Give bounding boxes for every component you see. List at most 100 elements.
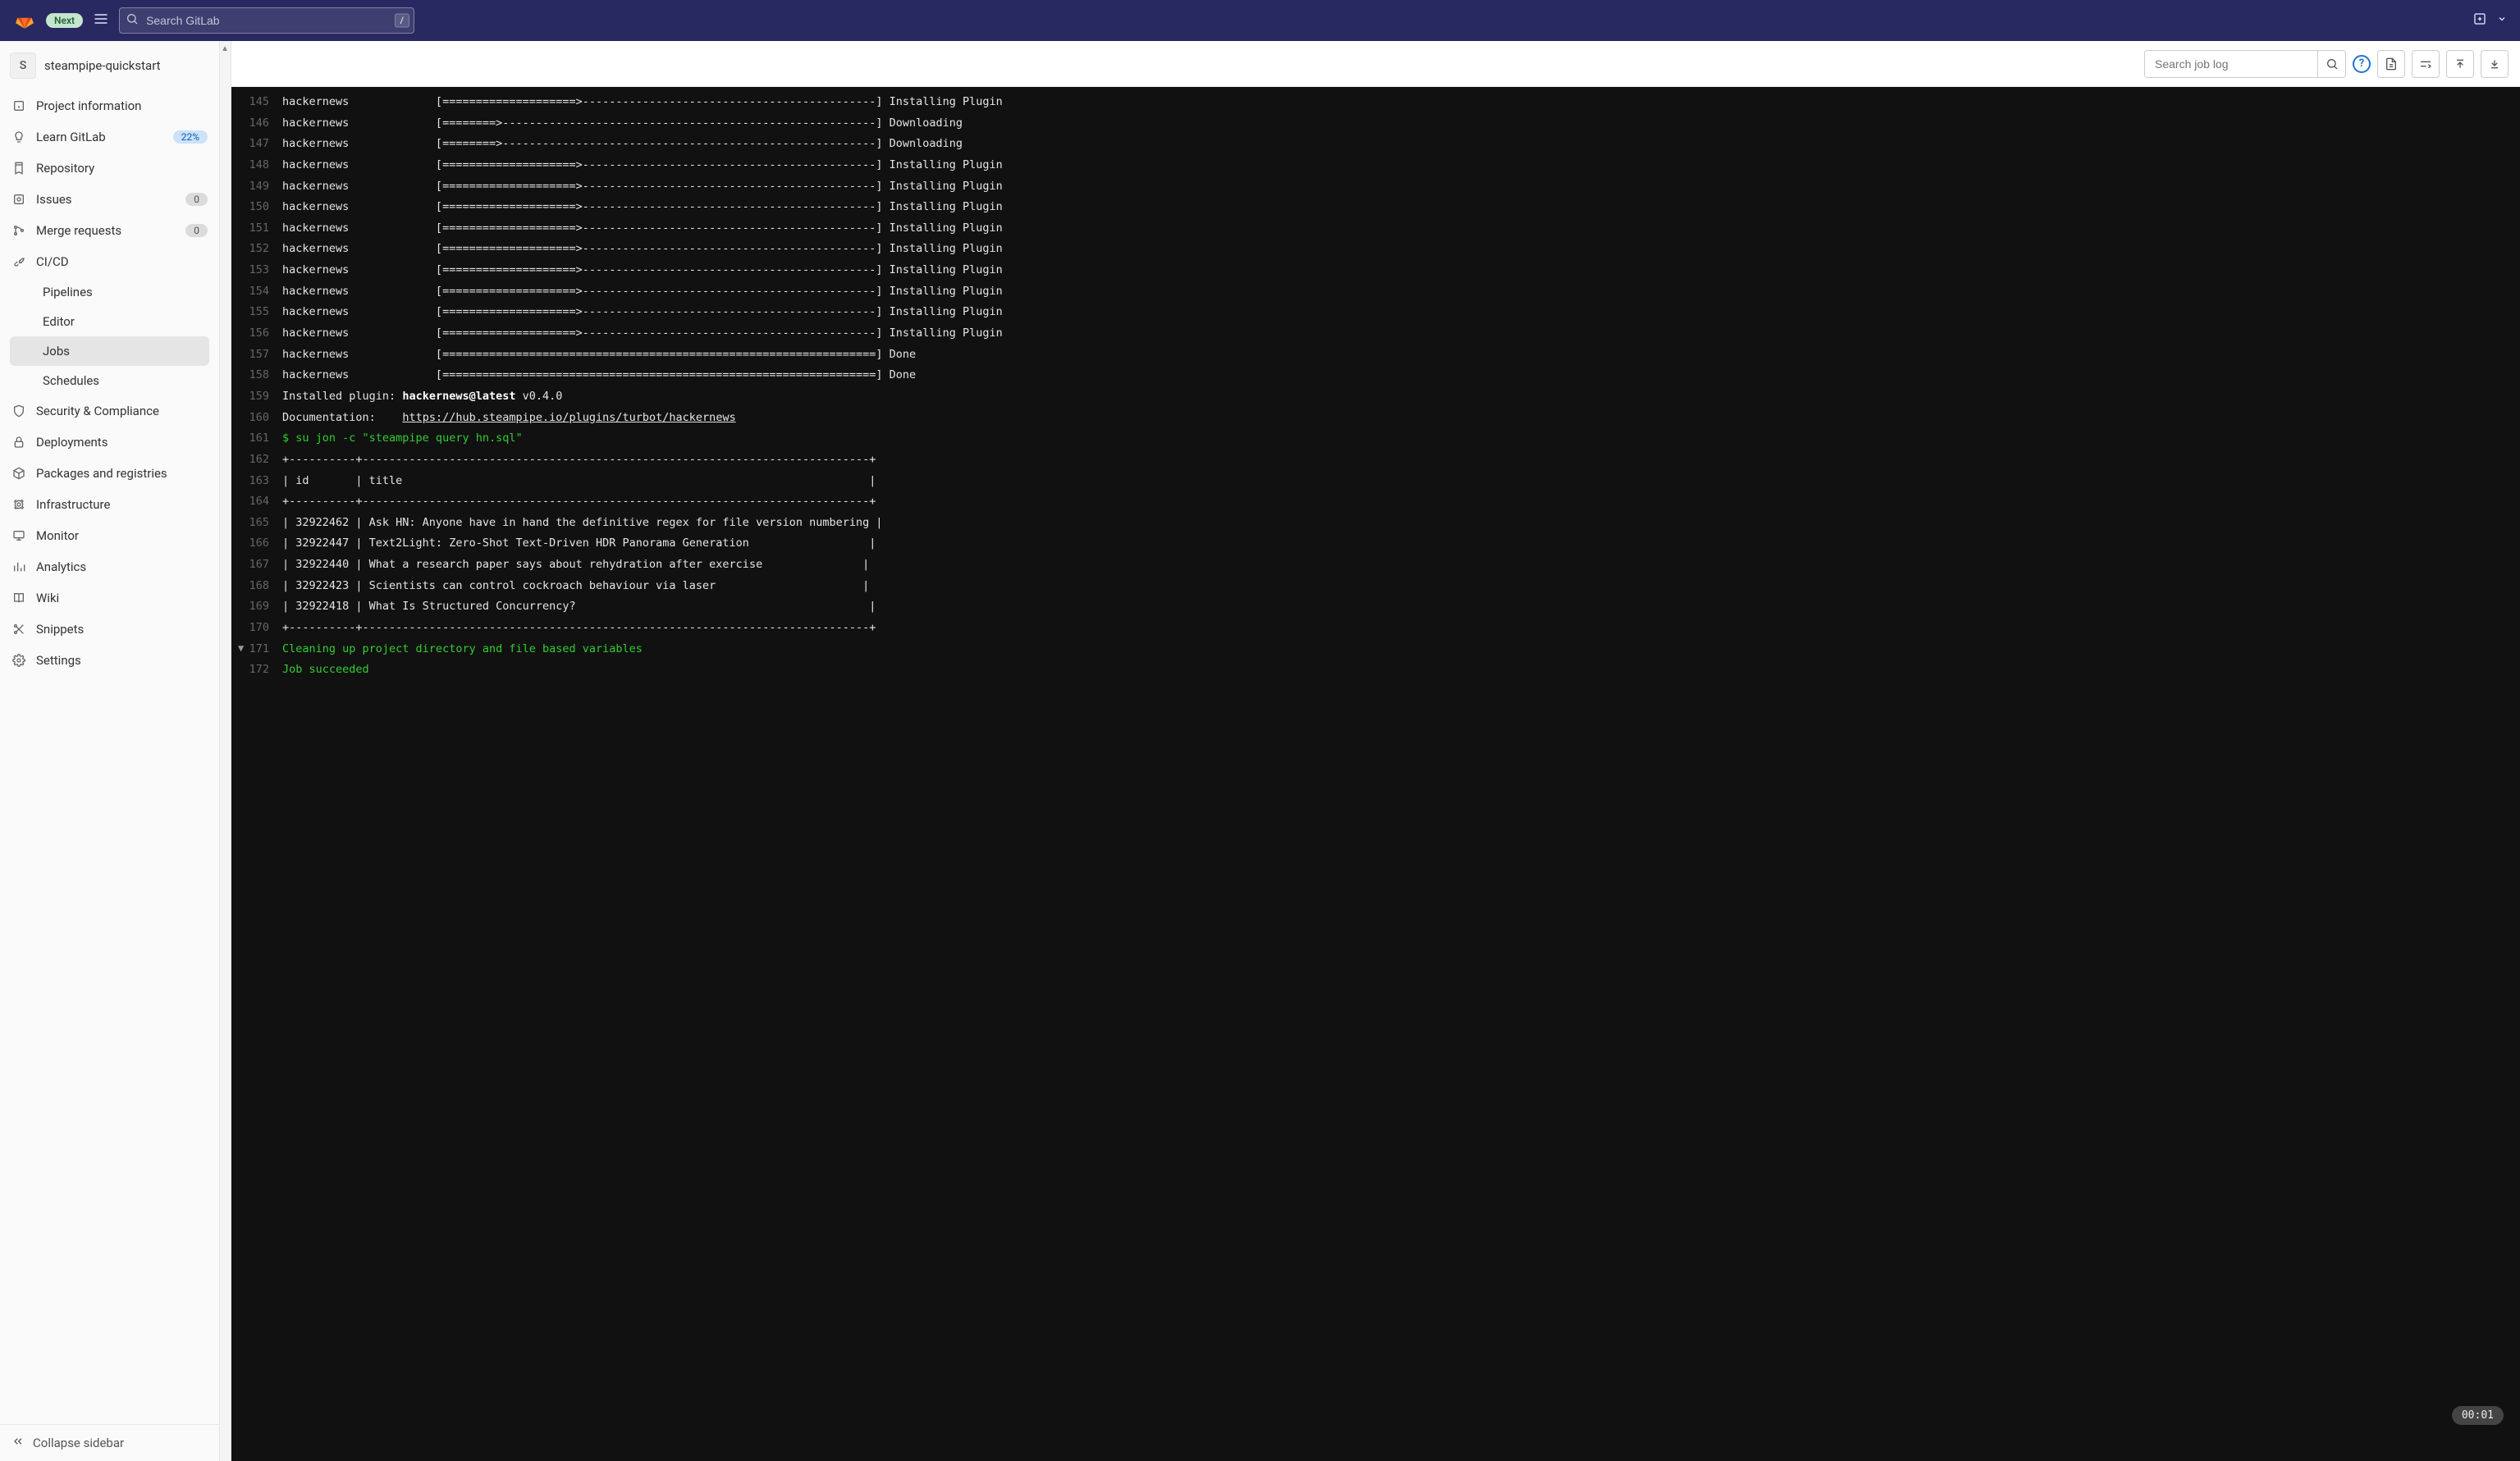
line-number: 158: [231, 365, 282, 386]
sidebar-item-deployments[interactable]: Deployments: [0, 427, 219, 458]
top-navigation-bar: Next /: [0, 0, 2520, 41]
info-icon: [11, 99, 26, 112]
sidebar-item-infrastructure[interactable]: Infrastructure: [0, 489, 219, 520]
infra-icon: [11, 498, 26, 511]
sidebar-item-snippets[interactable]: Snippets: [0, 614, 219, 645]
sidebar-item-packages-and-registries[interactable]: Packages and registries: [0, 458, 219, 489]
log-line: ▼171Cleaning up project directory and fi…: [231, 639, 2520, 660]
sidebar-item-label: Wiki: [36, 591, 208, 605]
sidebar-subitem-jobs[interactable]: Jobs: [10, 336, 209, 366]
sidebar-item-label: CI/CD: [36, 254, 208, 269]
line-number: 161: [231, 428, 282, 450]
job-log[interactable]: 145hackernews [====================>----…: [231, 87, 2520, 1461]
log-line: 160Documentation: https://hub.steampipe.…: [231, 408, 2520, 429]
wiki-icon: [11, 591, 26, 605]
merge-icon: [11, 224, 26, 237]
collapse-sidebar-button[interactable]: Collapse sidebar: [0, 1424, 219, 1461]
log-line: 168| 32922423 | Scientists can control c…: [231, 576, 2520, 597]
log-line: 152hackernews [====================>----…: [231, 239, 2520, 260]
scroll-wrap-button[interactable]: [2412, 50, 2440, 78]
scroll-to-bottom-button[interactable]: [2481, 50, 2509, 78]
sidebar-scrollbar[interactable]: ▲: [219, 41, 231, 1461]
scroll-to-top-button[interactable]: [2446, 50, 2474, 78]
project-avatar: S: [10, 53, 36, 79]
deploy-icon: [11, 436, 26, 449]
next-badge[interactable]: Next: [46, 13, 83, 28]
log-text: | id | title |: [282, 471, 2520, 492]
log-line: 155hackernews [====================>----…: [231, 302, 2520, 323]
global-search-input[interactable]: [119, 7, 414, 34]
bulb-icon: [11, 130, 26, 144]
sidebar-subitem-pipelines[interactable]: Pipelines: [5, 277, 214, 307]
line-number: 153: [231, 260, 282, 281]
show-raw-button[interactable]: [2377, 50, 2405, 78]
scroll-up-arrow-icon: ▲: [221, 44, 229, 53]
section-timer: 00:01: [2452, 1406, 2504, 1425]
sidebar-item-wiki[interactable]: Wiki: [0, 582, 219, 614]
sidebar-subitem-editor[interactable]: Editor: [5, 307, 214, 336]
log-line: 165| 32922462 | Ask HN: Anyone have in h…: [231, 513, 2520, 534]
sidebar-badge: 22%: [173, 130, 208, 144]
line-number: 147: [231, 134, 282, 155]
line-number: 156: [231, 323, 282, 345]
sidebar-item-merge-requests[interactable]: Merge requests0: [0, 215, 219, 246]
chevron-down-icon[interactable]: ▼: [238, 639, 244, 658]
log-text: hackernews [========>-------------------…: [282, 113, 2520, 135]
line-number: 159: [231, 386, 282, 408]
help-icon[interactable]: ?: [2353, 55, 2371, 73]
sidebar-item-learn-gitlab[interactable]: Learn GitLab 22%: [0, 121, 219, 153]
log-text: hackernews [====================>-------…: [282, 239, 2520, 260]
log-line: 162+----------+-------------------------…: [231, 450, 2520, 471]
line-number: 151: [231, 218, 282, 240]
project-name: steampipe-quickstart: [44, 58, 161, 73]
sidebar-subitem-schedules[interactable]: Schedules: [5, 366, 214, 395]
log-line: 169| 32922418 | What Is Structured Concu…: [231, 596, 2520, 618]
sidebar-item-label: Infrastructure: [36, 497, 208, 512]
gitlab-logo-icon[interactable]: [13, 9, 36, 32]
search-shortcut-hint: /: [395, 14, 410, 28]
sidebar-item-label: Issues: [36, 192, 176, 207]
shield-icon: [11, 404, 26, 418]
log-text: | 32922447 | Text2Light: Zero-Shot Text-…: [282, 533, 2520, 555]
job-log-search: [2144, 50, 2346, 78]
sidebar-item-label: Learn GitLab: [36, 130, 163, 144]
job-log-search-input[interactable]: [2145, 51, 2317, 77]
sidebar-item-ci-cd[interactable]: CI/CD: [0, 246, 219, 277]
line-number: 148: [231, 155, 282, 176]
log-text: | 32922423 | Scientists can control cock…: [282, 576, 2520, 597]
log-text: Installed plugin: hackernews@latest v0.4…: [282, 386, 2520, 408]
line-number: 168: [231, 576, 282, 597]
project-header[interactable]: S steampipe-quickstart: [0, 41, 219, 90]
log-text: hackernews [============================…: [282, 345, 2520, 366]
sidebar-item-label: Deployments: [36, 435, 208, 450]
plus-dropdown-icon[interactable]: [2472, 11, 2487, 30]
sidebar-item-repository[interactable]: Repository: [0, 153, 219, 184]
job-log-search-button[interactable]: [2317, 51, 2345, 77]
hamburger-menu-icon[interactable]: [93, 11, 109, 31]
log-text: Documentation: https://hub.steampipe.io/…: [282, 408, 2520, 429]
line-number: 150: [231, 197, 282, 218]
sidebar-item-label: Merge requests: [36, 223, 176, 238]
monitor-icon: [11, 529, 26, 542]
snippets-icon: [11, 623, 26, 636]
line-number: 166: [231, 533, 282, 555]
sidebar-item-settings[interactable]: Settings: [0, 645, 219, 676]
line-number: 164: [231, 491, 282, 513]
collapse-label: Collapse sidebar: [33, 1436, 124, 1450]
sidebar-item-issues[interactable]: Issues0: [0, 184, 219, 215]
log-text: hackernews [====================>-------…: [282, 155, 2520, 176]
package-icon: [11, 467, 26, 480]
log-line: 146hackernews [========>----------------…: [231, 113, 2520, 135]
main-content: ? 145hackernews [====================>--…: [231, 41, 2520, 1461]
log-text: Cleaning up project directory and file b…: [282, 639, 2520, 660]
sidebar-item-security-compliance[interactable]: Security & Compliance: [0, 395, 219, 427]
log-line: 150hackernews [====================>----…: [231, 197, 2520, 218]
sidebar-item-monitor[interactable]: Monitor: [0, 520, 219, 551]
log-text: hackernews [====================>-------…: [282, 323, 2520, 345]
chevron-down-icon[interactable]: [2497, 14, 2507, 27]
line-number: 149: [231, 176, 282, 198]
sidebar-item-project-information[interactable]: Project information: [0, 90, 219, 121]
log-text: hackernews [====================>-------…: [282, 302, 2520, 323]
line-number: 163: [231, 471, 282, 492]
sidebar-item-analytics[interactable]: Analytics: [0, 551, 219, 582]
